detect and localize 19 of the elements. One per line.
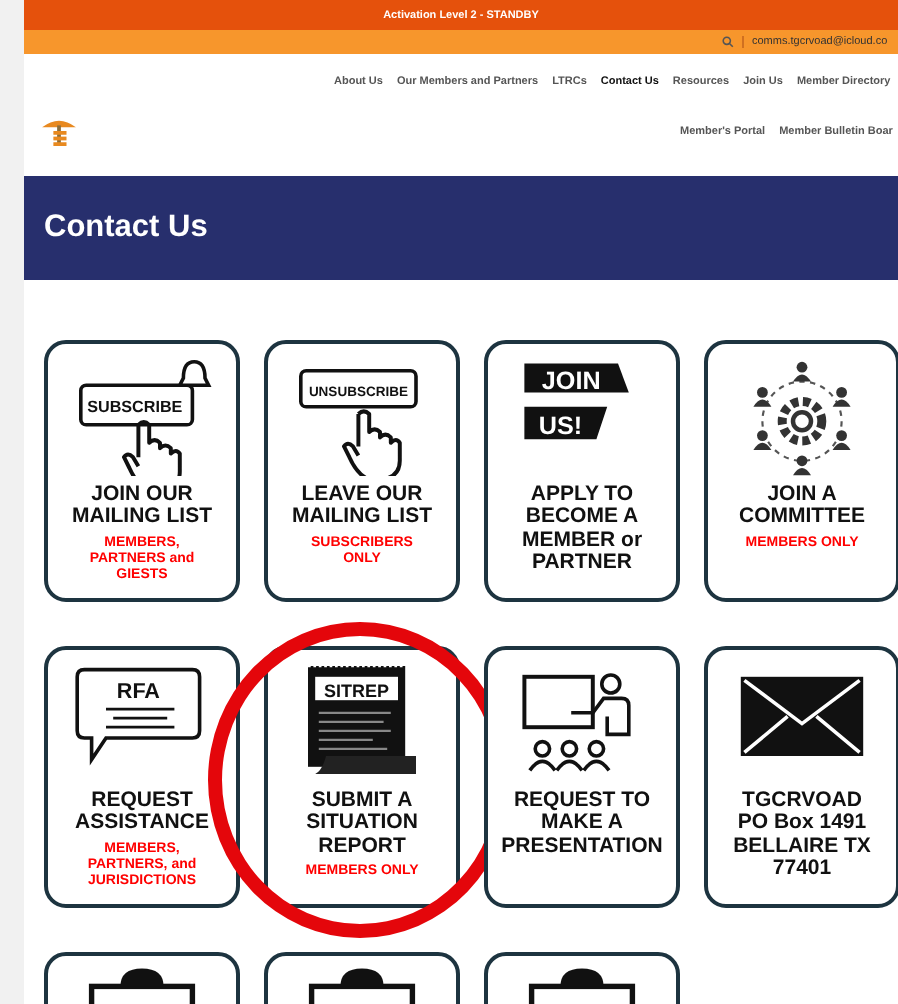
- search-icon[interactable]: [722, 36, 734, 48]
- link-card[interactable]: TGCRVOAD PO Box 1491 BELLAIRE TX 77401: [704, 646, 898, 908]
- card-title: TGCRVOAD PO Box 1491 BELLAIRE TX 77401: [733, 790, 871, 881]
- card-title: REQUEST ASSISTANCE: [75, 790, 209, 836]
- link-card[interactable]: REQUEST TO MAKE A PRESENTATION: [484, 646, 680, 908]
- card-title: APPLY TO BECOME A MEMBER or PARTNER: [521, 484, 643, 575]
- icon-label: SUBSCRIBE: [87, 398, 183, 417]
- card-title: JOIN OUR MAILING LIST: [72, 484, 212, 530]
- card-title: LEAVE OUR MAILING LIST: [292, 484, 432, 530]
- card-title: REQUEST TO MAKE A PRESENTATION: [501, 790, 663, 858]
- icon-label: US!: [538, 411, 583, 440]
- card-title: JOIN A COMMITTEE: [739, 484, 865, 530]
- icon-label: SITREP: [324, 680, 390, 701]
- card-title: SUBMIT A SITUATION REPORT: [306, 790, 418, 858]
- icon-label: RFA: [116, 680, 160, 705]
- logo-icon[interactable]: [40, 116, 78, 146]
- page-title: Contact Us: [44, 210, 208, 246]
- link-card[interactable]: JOIN US! APPLY TO BECOME A MEMBER or PARTNER: [484, 340, 680, 602]
- icon-label: JOIN: [541, 366, 601, 395]
